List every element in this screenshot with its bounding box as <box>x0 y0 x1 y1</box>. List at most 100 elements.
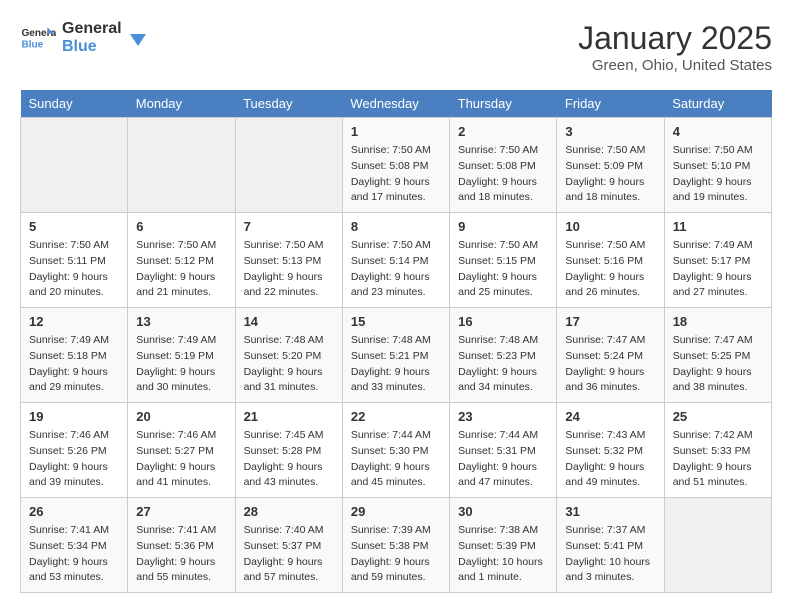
day-number: 3 <box>565 124 655 139</box>
weekday-header-saturday: Saturday <box>664 90 771 118</box>
day-info: Sunrise: 7:45 AM Sunset: 5:28 PM Dayligh… <box>244 428 334 491</box>
calendar-cell <box>664 498 771 593</box>
calendar-cell: 26Sunrise: 7:41 AM Sunset: 5:34 PM Dayli… <box>21 498 128 593</box>
weekday-header-tuesday: Tuesday <box>235 90 342 118</box>
day-number: 23 <box>458 409 548 424</box>
week-row-3: 12 Sunrise: 7:49 AM Sunset: 5:18 PM Dayli… <box>21 308 772 403</box>
day-number: 1 <box>351 124 441 139</box>
calendar-cell: 24Sunrise: 7:43 AM Sunset: 5:32 PM Dayli… <box>557 403 664 498</box>
calendar-table: SundayMondayTuesdayWednesdayThursdayFrid… <box>20 90 772 593</box>
day-info: Sunrise: 7:43 AM Sunset: 5:32 PM Dayligh… <box>565 428 655 491</box>
calendar-cell: 2Sunrise: 7:50 AM Sunset: 5:08 PM Daylig… <box>450 118 557 213</box>
svg-text:Blue: Blue <box>21 39 43 50</box>
day-number: 25 <box>673 409 763 424</box>
calendar-cell: 31Sunrise: 7:37 AM Sunset: 5:41 PM Dayli… <box>557 498 664 593</box>
day-number: 19 <box>29 409 119 424</box>
calendar-cell: 30 Sunrise: 7:38 AM Sunset: 5:39 PM Dayli… <box>450 498 557 593</box>
weekday-header-monday: Monday <box>128 90 235 118</box>
day-info: Sunrise: 7:50 AM Sunset: 5:11 PM Dayligh… <box>29 238 119 301</box>
day-info: Sunrise: 7:48 AM Sunset: 5:23 PM Dayligh… <box>458 333 548 396</box>
day-number: 13 <box>136 314 226 329</box>
calendar-cell: 25 Sunrise: 7:42 AM Sunset: 5:33 PM Dayli… <box>664 403 771 498</box>
day-number: 9 <box>458 219 548 234</box>
day-number: 12 <box>29 314 119 329</box>
logo: General Blue General Blue <box>20 20 148 56</box>
day-info: Sunrise: 7:50 AM Sunset: 5:10 PM Dayligh… <box>673 143 763 206</box>
calendar-cell: 14Sunrise: 7:48 AM Sunset: 5:20 PM Dayli… <box>235 308 342 403</box>
calendar-cell: 5Sunrise: 7:50 AM Sunset: 5:11 PM Daylig… <box>21 213 128 308</box>
calendar-cell: 18Sunrise: 7:47 AM Sunset: 5:25 PM Dayli… <box>664 308 771 403</box>
month-title: January 2025 <box>578 20 772 57</box>
calendar-cell: 15 Sunrise: 7:48 AM Sunset: 5:21 PM Dayli… <box>342 308 449 403</box>
logo-icon: General Blue <box>20 20 56 56</box>
calendar-cell: 7 Sunrise: 7:50 AM Sunset: 5:13 PM Daylig… <box>235 213 342 308</box>
logo-arrow-icon <box>128 28 148 48</box>
logo-general: General <box>62 20 122 38</box>
calendar-cell: 17Sunrise: 7:47 AM Sunset: 5:24 PM Dayli… <box>557 308 664 403</box>
day-info: Sunrise: 7:41 AM Sunset: 5:36 PM Dayligh… <box>136 523 226 586</box>
day-number: 28 <box>244 504 334 519</box>
weekday-header-row: SundayMondayTuesdayWednesdayThursdayFrid… <box>21 90 772 118</box>
day-info: Sunrise: 7:41 AM Sunset: 5:34 PM Dayligh… <box>29 523 119 586</box>
calendar-cell: 21 Sunrise: 7:45 AM Sunset: 5:28 PM Dayli… <box>235 403 342 498</box>
week-row-5: 26Sunrise: 7:41 AM Sunset: 5:34 PM Dayli… <box>21 498 772 593</box>
day-number: 30 <box>458 504 548 519</box>
day-info: Sunrise: 7:42 AM Sunset: 5:33 PM Dayligh… <box>673 428 763 491</box>
calendar-cell: 16 Sunrise: 7:48 AM Sunset: 5:23 PM Dayli… <box>450 308 557 403</box>
day-info: Sunrise: 7:50 AM Sunset: 5:15 PM Dayligh… <box>458 238 548 301</box>
calendar-cell <box>235 118 342 213</box>
calendar-cell: 9 Sunrise: 7:50 AM Sunset: 5:15 PM Daylig… <box>450 213 557 308</box>
day-number: 22 <box>351 409 441 424</box>
day-info: Sunrise: 7:50 AM Sunset: 5:09 PM Dayligh… <box>565 143 655 206</box>
logo-blue: Blue <box>62 38 122 56</box>
calendar-cell: 22 Sunrise: 7:44 AM Sunset: 5:30 PM Dayli… <box>342 403 449 498</box>
week-row-4: 19Sunrise: 7:46 AM Sunset: 5:26 PM Dayli… <box>21 403 772 498</box>
day-number: 16 <box>458 314 548 329</box>
day-info: Sunrise: 7:49 AM Sunset: 5:19 PM Dayligh… <box>136 333 226 396</box>
day-info: Sunrise: 7:49 AM Sunset: 5:17 PM Dayligh… <box>673 238 763 301</box>
calendar-cell: 11 Sunrise: 7:49 AM Sunset: 5:17 PM Dayli… <box>664 213 771 308</box>
day-info: Sunrise: 7:48 AM Sunset: 5:21 PM Dayligh… <box>351 333 441 396</box>
day-info: Sunrise: 7:39 AM Sunset: 5:38 PM Dayligh… <box>351 523 441 586</box>
title-area: January 2025 Green, Ohio, United States <box>578 20 772 74</box>
weekday-header-thursday: Thursday <box>450 90 557 118</box>
calendar-cell: 23 Sunrise: 7:44 AM Sunset: 5:31 PM Dayli… <box>450 403 557 498</box>
calendar-cell: 10 Sunrise: 7:50 AM Sunset: 5:16 PM Dayli… <box>557 213 664 308</box>
calendar-cell: 29Sunrise: 7:39 AM Sunset: 5:38 PM Dayli… <box>342 498 449 593</box>
day-number: 14 <box>244 314 334 329</box>
day-number: 20 <box>136 409 226 424</box>
calendar-cell: 12 Sunrise: 7:49 AM Sunset: 5:18 PM Dayli… <box>21 308 128 403</box>
day-info: Sunrise: 7:49 AM Sunset: 5:18 PM Dayligh… <box>29 333 119 396</box>
day-info: Sunrise: 7:50 AM Sunset: 5:08 PM Dayligh… <box>458 143 548 206</box>
calendar-cell: 1Sunrise: 7:50 AM Sunset: 5:08 PM Daylig… <box>342 118 449 213</box>
day-info: Sunrise: 7:50 AM Sunset: 5:14 PM Dayligh… <box>351 238 441 301</box>
calendar-cell: 4Sunrise: 7:50 AM Sunset: 5:10 PM Daylig… <box>664 118 771 213</box>
day-info: Sunrise: 7:44 AM Sunset: 5:30 PM Dayligh… <box>351 428 441 491</box>
day-info: Sunrise: 7:46 AM Sunset: 5:27 PM Dayligh… <box>136 428 226 491</box>
calendar-cell: 27Sunrise: 7:41 AM Sunset: 5:36 PM Dayli… <box>128 498 235 593</box>
day-info: Sunrise: 7:44 AM Sunset: 5:31 PM Dayligh… <box>458 428 548 491</box>
calendar-cell <box>21 118 128 213</box>
day-number: 10 <box>565 219 655 234</box>
day-info: Sunrise: 7:50 AM Sunset: 5:13 PM Dayligh… <box>244 238 334 301</box>
day-number: 7 <box>244 219 334 234</box>
day-info: Sunrise: 7:38 AM Sunset: 5:39 PM Dayligh… <box>458 523 548 586</box>
calendar-cell: 13 Sunrise: 7:49 AM Sunset: 5:19 PM Dayli… <box>128 308 235 403</box>
calendar-cell: 28 Sunrise: 7:40 AM Sunset: 5:37 PM Dayli… <box>235 498 342 593</box>
weekday-header-sunday: Sunday <box>21 90 128 118</box>
calendar-cell: 3 Sunrise: 7:50 AM Sunset: 5:09 PM Daylig… <box>557 118 664 213</box>
day-number: 15 <box>351 314 441 329</box>
day-number: 31 <box>565 504 655 519</box>
day-number: 8 <box>351 219 441 234</box>
calendar-cell <box>128 118 235 213</box>
day-info: Sunrise: 7:50 AM Sunset: 5:16 PM Dayligh… <box>565 238 655 301</box>
day-info: Sunrise: 7:40 AM Sunset: 5:37 PM Dayligh… <box>244 523 334 586</box>
day-number: 21 <box>244 409 334 424</box>
weekday-header-wednesday: Wednesday <box>342 90 449 118</box>
header: General Blue General Blue January 2025 G… <box>20 20 772 74</box>
day-number: 11 <box>673 219 763 234</box>
calendar-cell: 20 Sunrise: 7:46 AM Sunset: 5:27 PM Dayli… <box>128 403 235 498</box>
day-info: Sunrise: 7:47 AM Sunset: 5:25 PM Dayligh… <box>673 333 763 396</box>
week-row-2: 5Sunrise: 7:50 AM Sunset: 5:11 PM Daylig… <box>21 213 772 308</box>
week-row-1: 1 Sunrise: 7:50 AM Sunset: 5:08 PM Daylig… <box>21 118 772 213</box>
